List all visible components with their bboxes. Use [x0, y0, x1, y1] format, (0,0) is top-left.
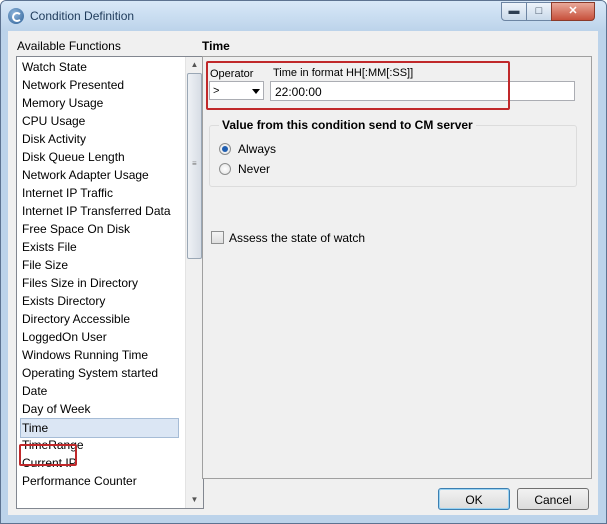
assess-state-checkbox[interactable] [211, 231, 224, 244]
list-item[interactable]: Exists Directory [21, 292, 180, 310]
detail-panel: Operator Time in format HH[:MM[:SS]] > 2… [202, 56, 592, 479]
list-item[interactable]: Internet IP Transferred Data [21, 202, 180, 220]
condition-definition-window: Condition Definition ▬ □ ✕ Available Fun… [0, 0, 607, 524]
functions-scrollbar[interactable]: ▲ ≡ ▼ [185, 57, 203, 508]
cancel-button[interactable]: Cancel [517, 488, 589, 510]
input-highlight-box [206, 61, 510, 110]
scroll-down-arrow-icon[interactable]: ▼ [186, 492, 203, 508]
detail-title: Time [202, 39, 230, 53]
list-highlight-box [19, 444, 77, 466]
functions-list[interactable]: Watch State Network Presented Memory Usage… [16, 56, 204, 509]
send-value-group-title: Value from this condition send to CM ser… [219, 118, 476, 132]
scroll-thumb[interactable]: ≡ [187, 73, 202, 259]
never-radio[interactable] [219, 163, 231, 175]
always-radio[interactable] [219, 143, 231, 155]
window-title: Condition Definition [30, 9, 135, 23]
list-item[interactable]: Free Space On Disk [21, 220, 180, 238]
minimize-button[interactable]: ▬ [501, 2, 527, 21]
list-item[interactable]: Disk Activity [21, 130, 180, 148]
list-item[interactable]: Files Size in Directory [21, 274, 180, 292]
list-item[interactable]: Time [20, 418, 179, 438]
list-item[interactable]: Network Adapter Usage [21, 166, 180, 184]
ok-button[interactable]: OK [438, 488, 510, 510]
list-item[interactable]: Day of Week [21, 400, 180, 418]
list-item[interactable]: Performance Counter [21, 472, 180, 490]
list-item[interactable]: LoggedOn User [21, 328, 180, 346]
title-bar[interactable]: Condition Definition ▬ □ ✕ [1, 1, 606, 31]
list-item[interactable]: Date [21, 382, 180, 400]
send-value-group: Value from this condition send to CM ser… [209, 118, 577, 187]
list-item[interactable]: Directory Accessible [21, 310, 180, 328]
scroll-up-arrow-icon[interactable]: ▲ [186, 57, 203, 73]
list-item[interactable]: File Size [21, 256, 180, 274]
list-item[interactable]: Memory Usage [21, 94, 180, 112]
list-item[interactable]: Windows Running Time [21, 346, 180, 364]
dialog-client: Available Functions Watch State Network P… [8, 31, 598, 515]
never-label[interactable]: Never [238, 162, 270, 176]
list-item[interactable]: Exists File [21, 238, 180, 256]
app-icon [8, 8, 24, 24]
assess-state-label[interactable]: Assess the state of watch [229, 231, 365, 245]
list-item[interactable]: Network Presented [21, 76, 180, 94]
grip-icon: ≡ [192, 159, 197, 168]
list-item[interactable]: Disk Queue Length [21, 148, 180, 166]
list-item[interactable]: CPU Usage [21, 112, 180, 130]
list-item[interactable]: Internet IP Traffic [21, 184, 180, 202]
close-button[interactable]: ✕ [551, 2, 595, 21]
maximize-button[interactable]: □ [526, 2, 552, 21]
list-item[interactable]: Operating System started [21, 364, 180, 382]
available-functions-label: Available Functions [17, 39, 121, 53]
always-label[interactable]: Always [238, 142, 276, 156]
list-item[interactable]: Watch State [21, 58, 180, 76]
